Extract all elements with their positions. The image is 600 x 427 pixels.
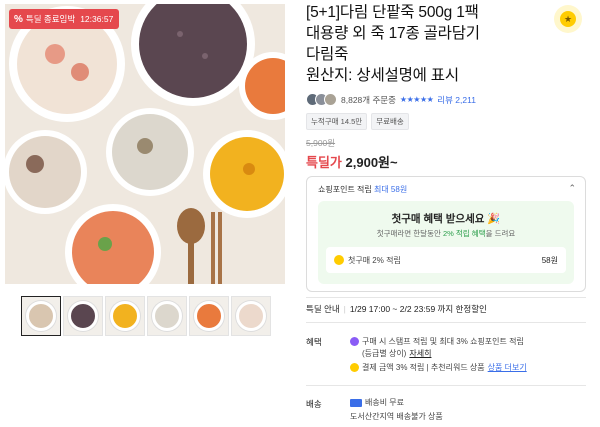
title-line: 대용량 외 죽 17종 골라담기	[306, 25, 480, 42]
rating-stars-icon: ★★★★★	[399, 95, 434, 104]
points-header-label: 쇼핑포인트 적립	[318, 185, 372, 194]
benefits-label: 혜택	[306, 337, 322, 347]
divider	[306, 385, 586, 386]
benefit-reward-line: 결제 금액 3% 적립 | 추천리워드 상품 상품 더보기	[350, 362, 527, 373]
shipping-fee-line: 배송비 무료	[350, 397, 404, 408]
thumbnail-2[interactable]	[63, 296, 103, 336]
order-count: 8,828개 주문중	[341, 94, 396, 105]
subtitle-highlight: 2% 적립 혜택	[442, 229, 486, 238]
points-max: 최대 58원	[373, 185, 408, 194]
shopping-points-panel: 쇼핑포인트 적립 최대 58원 ⌃ 첫구매 혜택 받으세요 🎉 첫구매라면 한달…	[306, 176, 586, 292]
divider	[306, 322, 586, 323]
thumbnail-3[interactable]	[105, 296, 145, 336]
favorite-button[interactable]: ★	[554, 5, 582, 33]
shipping-note: 도서산간지역 배송불가 상품	[350, 412, 443, 421]
thumbnail-5[interactable]	[189, 296, 229, 336]
subtitle-text: 을 드려요	[485, 229, 516, 238]
benefit-text: 결제 금액 3% 적립 | 추천리워드 상품	[362, 363, 485, 372]
thumbnail-strip	[21, 296, 271, 336]
points-header[interactable]: 쇼핑포인트 적립 최대 58원	[318, 184, 407, 195]
benefit-detail-line: (등급별 상이) 자세히	[362, 348, 431, 359]
benefit-text: 구매 시 스탬프 적립 및 최대 3% 쇼핑포인트 적립	[362, 337, 524, 346]
original-price: 5,900원	[306, 138, 336, 148]
title-line: [5+1]다림 단팥죽 500g 1팩	[306, 4, 479, 21]
benefit-text: (등급별 상이)	[362, 349, 407, 358]
coin-icon	[350, 363, 359, 372]
benefit-detail-link[interactable]: 자세히	[409, 348, 431, 359]
point-coin-icon	[334, 255, 344, 265]
percent-icon: %	[14, 13, 23, 25]
deal-guide: 특딜 안내 | 1/29 17:00 ~ 2/2 23:59 까지 한정할인	[306, 304, 487, 314]
more-products-link[interactable]: 상품 더보기	[488, 362, 527, 373]
product-main-image[interactable]: % 특딜 종료임박 12:36:57	[5, 4, 285, 284]
tag-cumulative-purchase: 누적구매 14.5만	[306, 113, 368, 130]
deal-guide-period: 1/29 17:00 ~ 2/2 23:59 까지 한정할인	[349, 304, 487, 314]
deal-countdown: 12:36:57	[80, 14, 114, 24]
shipping-label: 배송	[306, 399, 322, 409]
shipping-note-line: 도서산간지역 배송불가 상품	[350, 411, 443, 422]
buyer-avatars	[306, 93, 337, 106]
first-purchase-title: 첫구매 혜택 받으세요 🎉	[391, 213, 501, 225]
thumbnail-1[interactable]	[21, 296, 61, 336]
first-purchase-row: 첫구매 2% 적립 58원	[326, 247, 566, 273]
review-link[interactable]: 리뷰 2,211	[437, 94, 476, 106]
divider	[306, 297, 586, 298]
favorite-coin-icon: ★	[560, 11, 576, 27]
deal-price-label: 특딜가	[306, 155, 342, 170]
benefit-stamp-line: 구매 시 스탬프 적립 및 최대 3% 쇼핑포인트 적립	[350, 336, 524, 347]
subtitle-text: 첫구매라면 한달동안	[376, 229, 443, 238]
deal-ending-badge: % 특딜 종료임박 12:36:57	[9, 9, 120, 29]
deal-price-value: 2,900원~	[345, 155, 398, 170]
product-tags: 누적구매 14.5만 무료배송	[306, 113, 409, 130]
first-purchase-subtitle: 첫구매라면 한달동안 2% 적립 혜택을 드려요	[318, 228, 574, 239]
thumbnail-4[interactable]	[147, 296, 187, 336]
chevron-up-icon[interactable]: ⌃	[568, 183, 576, 194]
first-purchase-card: 첫구매 혜택 받으세요 🎉 첫구매라면 한달동안 2% 적립 혜택을 드려요 첫…	[318, 201, 574, 284]
stamp-icon	[350, 337, 359, 346]
thumbnail-6[interactable]	[231, 296, 271, 336]
title-line: 다림죽	[306, 46, 349, 63]
product-meta: 8,828개 주문중 ★★★★★ 리뷰 2,211	[306, 93, 476, 106]
first-purchase-row-label: 첫구매 2% 적립	[348, 255, 401, 265]
truck-icon	[350, 398, 362, 407]
porridge-bowls-illustration	[5, 4, 285, 284]
product-title: [5+1]다림 단팥죽 500g 1팩 대용량 외 죽 17종 골라담기 다림죽…	[306, 2, 546, 86]
tag-free-shipping: 무료배송	[371, 113, 409, 130]
first-purchase-row-amount: 58원	[541, 255, 558, 265]
deal-guide-label: 특딜 안내	[306, 304, 340, 314]
title-line: 원산지: 상세설명에 표시	[306, 67, 459, 84]
shipping-fee: 배송비 무료	[365, 398, 405, 407]
deal-price: 특딜가 2,900원~	[306, 152, 398, 171]
deal-ending-label: 특딜 종료임박	[25, 14, 76, 24]
